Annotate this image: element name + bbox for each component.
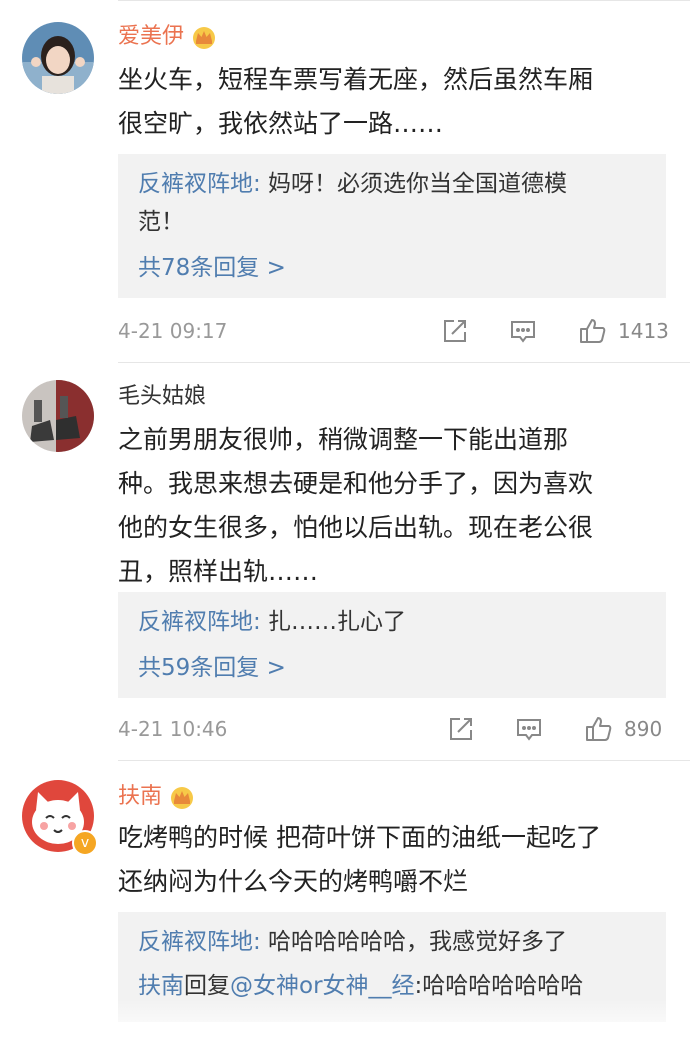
vip-crown-icon xyxy=(190,25,218,49)
comment-meta: 4-21 09:17 1413 xyxy=(118,316,669,346)
top-divider xyxy=(118,0,690,1)
like-count: 890 xyxy=(624,717,663,741)
reply-line: 反裤衩阵地: 扎……扎心了 xyxy=(138,604,406,640)
share-icon[interactable] xyxy=(446,714,476,744)
username[interactable]: 扶南 xyxy=(118,782,196,812)
reply-author[interactable]: 扶南 xyxy=(138,973,184,999)
comment-icon[interactable] xyxy=(508,316,538,346)
comment-divider xyxy=(118,760,690,761)
reply-text: 妈呀！必须选你当全国道德模 xyxy=(260,171,568,197)
reply-text: :哈哈哈哈哈哈哈 xyxy=(414,973,584,999)
avatar[interactable] xyxy=(22,22,94,94)
thumbs-up-icon[interactable] xyxy=(584,714,614,744)
vip-crown-icon xyxy=(168,785,196,809)
more-replies-link[interactable]: 共59条回复 > xyxy=(138,650,286,686)
reply-preview[interactable]: 反裤衩阵地: 扎……扎心了 共59条回复 > xyxy=(118,592,666,698)
thumbs-up-icon[interactable] xyxy=(578,316,608,346)
comment-line: 种。我思来想去硬是和他分手了，因为喜欢 xyxy=(118,469,594,498)
comment-text: 坐火车，短程车票写着无座，然后虽然车厢 很空旷，我依然站了一路…… xyxy=(118,58,668,146)
reply-line: 反裤衩阵地: 哈哈哈哈哈哈，我感觉好多了 xyxy=(138,924,567,960)
reply-author[interactable]: 反裤衩阵地: xyxy=(138,609,261,635)
username-text[interactable]: 爱美伊 xyxy=(118,22,184,52)
reply-text: 回复 xyxy=(184,973,230,999)
comment-line: 很空旷，我依然站了一路…… xyxy=(118,109,444,138)
share-icon[interactable] xyxy=(440,316,470,346)
reply-text: 哈哈哈哈哈哈，我感觉好多了 xyxy=(260,929,568,955)
comment-line: 之前男朋友很帅，稍微调整一下能出道那 xyxy=(118,425,569,454)
comment-meta: 4-21 10:46 890 xyxy=(118,714,668,744)
comment-line: 丑，照样出轨…… xyxy=(118,557,319,586)
comment-line: 坐火车，短程车票写着无座，然后虽然车厢 xyxy=(118,65,594,94)
username[interactable]: 爱美伊 xyxy=(118,22,218,52)
comment-line: 他的女生很多，怕他以后出轨。现在老公很 xyxy=(118,513,594,542)
reply-line: 反裤衩阵地: 妈呀！必须选你当全国道德模 xyxy=(138,166,567,202)
reply-preview[interactable]: 反裤衩阵地: 妈呀！必须选你当全国道德模 范！ 共78条回复 > xyxy=(118,154,666,298)
verified-v-icon: v xyxy=(72,830,98,856)
reply-text: 范！ xyxy=(138,209,184,235)
comment-text: 之前男朋友很帅，稍微调整一下能出道那 种。我思来想去硬是和他分手了，因为喜欢 他… xyxy=(118,418,668,594)
timestamp: 4-21 10:46 xyxy=(118,717,228,741)
username-text[interactable]: 毛头姑娘 xyxy=(118,382,206,412)
reply-author[interactable]: 反裤衩阵地: xyxy=(138,171,261,197)
comment-icon[interactable] xyxy=(514,714,544,744)
more-replies-link[interactable]: 共78条回复 > xyxy=(138,250,286,286)
avatar[interactable] xyxy=(22,380,94,452)
reply-text: 扎……扎心了 xyxy=(260,609,407,635)
comment-text: 吃烤鸭的时候 把荷叶饼下面的油纸一起吃了 还纳闷为什么今天的烤鸭嚼不烂 xyxy=(118,816,668,904)
username-text[interactable]: 扶南 xyxy=(118,782,162,812)
reply-author[interactable]: 反裤衩阵地: xyxy=(138,929,261,955)
like-count: 1413 xyxy=(618,319,669,343)
bottom-fade xyxy=(0,999,690,1059)
username[interactable]: 毛头姑娘 xyxy=(118,382,206,412)
timestamp: 4-21 09:17 xyxy=(118,319,228,343)
comment-divider xyxy=(118,362,690,363)
reply-line: 范！ xyxy=(138,204,184,240)
reply-mention[interactable]: @女神or女神__经 xyxy=(230,973,415,999)
comment-line: 还纳闷为什么今天的烤鸭嚼不烂 xyxy=(118,867,469,896)
comment-line: 吃烤鸭的时候 把荷叶饼下面的油纸一起吃了 xyxy=(118,823,601,852)
